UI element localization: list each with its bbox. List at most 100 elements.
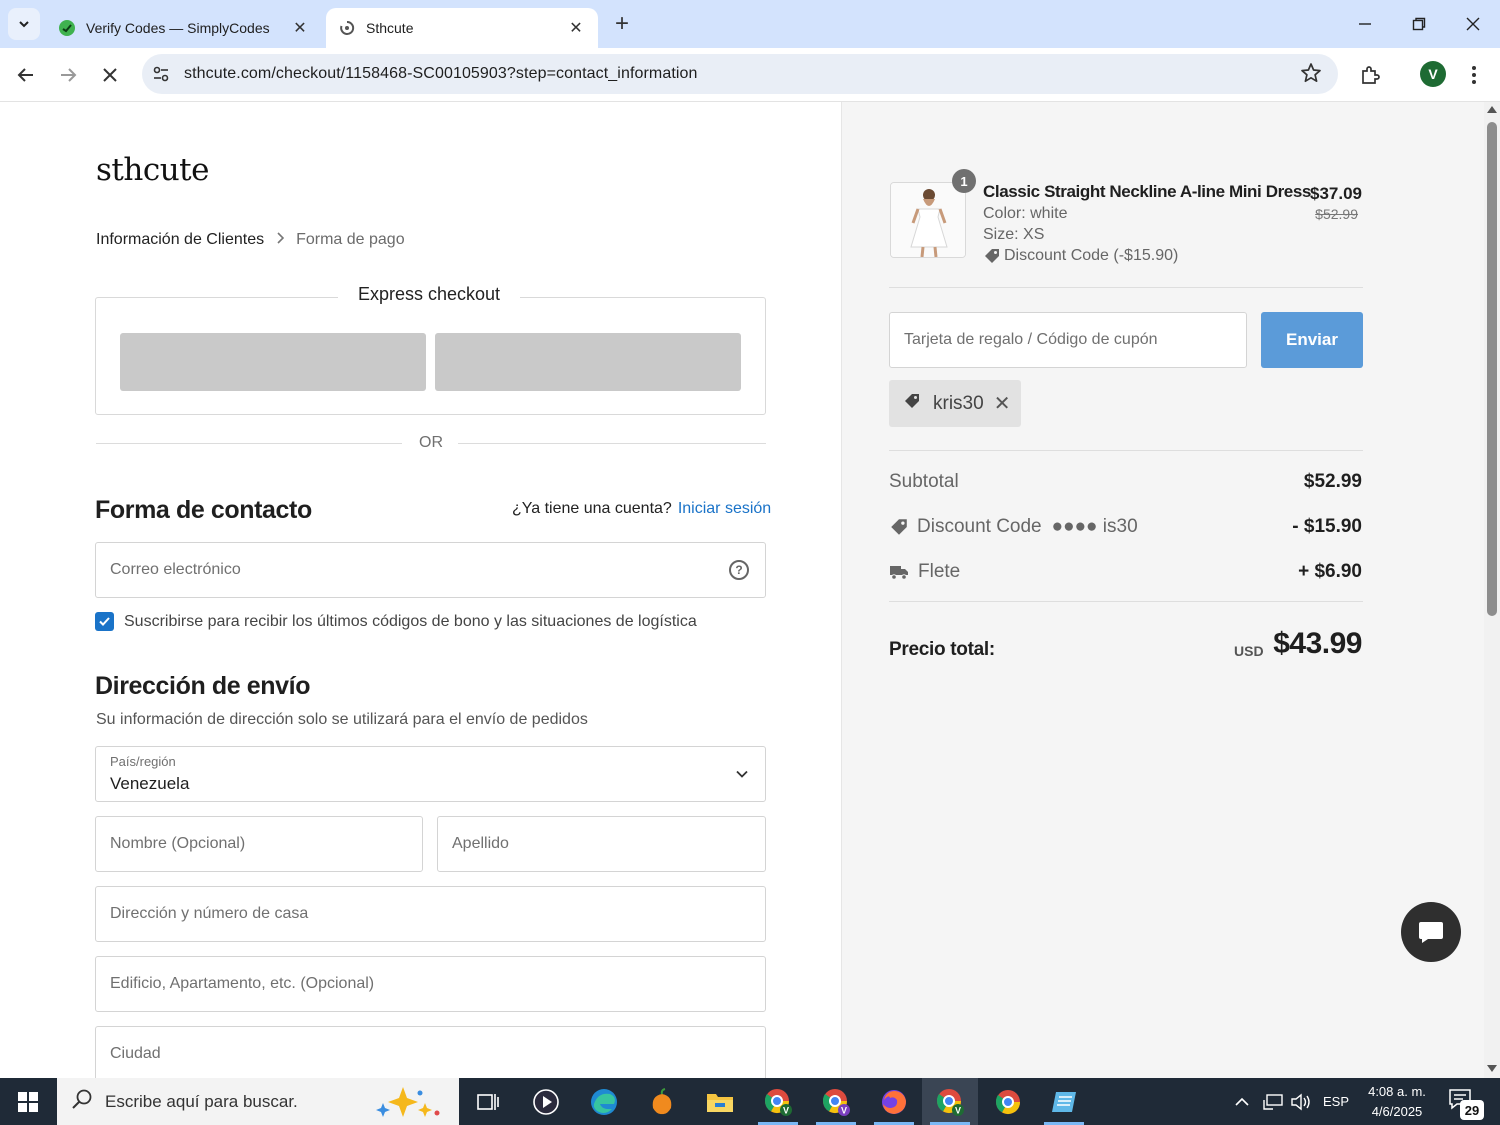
subtotal-label: Subtotal (889, 471, 959, 492)
profile-avatar[interactable]: V (1420, 61, 1446, 87)
site-settings-icon[interactable] (144, 57, 178, 91)
windows-taskbar: Escribe aquí para buscar. V V V ESP 4:08… (0, 1078, 1500, 1125)
svg-text:V: V (841, 1105, 847, 1115)
stop-loading-button[interactable] (93, 58, 127, 92)
login-link[interactable]: Iniciar sesión (678, 500, 771, 517)
start-button[interactable] (0, 1078, 56, 1125)
address2-field[interactable]: Edificio, Apartamento, etc. (Opcional) (95, 956, 766, 1012)
store-logo[interactable]: sthcute (96, 152, 209, 188)
notification-count-badge: 29 (1460, 1100, 1484, 1120)
tab-simplycodes[interactable]: Verify Codes — SimplyCodes ✕ (46, 8, 322, 48)
restore-icon (1412, 17, 1426, 31)
fl-studio-app[interactable] (634, 1078, 690, 1125)
discount-code-masked: ●●●● is30 (1051, 516, 1138, 537)
tab-sthcute[interactable]: Sthcute ✕ (326, 8, 598, 48)
edge-app[interactable] (576, 1078, 632, 1125)
scroll-down-icon[interactable] (1487, 1065, 1497, 1072)
checkmark-icon (99, 617, 110, 626)
product-thumbnail (890, 182, 966, 258)
folder-icon (707, 1093, 733, 1112)
task-view-button[interactable] (460, 1078, 516, 1125)
address-field[interactable]: Dirección y número de casa (95, 886, 766, 942)
play-icon (533, 1088, 559, 1115)
puzzle-icon (1362, 66, 1380, 84)
chat-button[interactable] (1401, 902, 1461, 962)
firefox-app[interactable] (866, 1078, 922, 1125)
browser-menu-button[interactable] (1457, 58, 1491, 92)
coupon-input[interactable]: Tarjeta de regalo / Código de cupón (889, 312, 1247, 368)
notes-app[interactable] (1036, 1078, 1092, 1125)
express-checkout-title: Express checkout (338, 284, 520, 305)
shipping-label: Flete (918, 561, 961, 582)
chrome-app[interactable] (980, 1078, 1036, 1125)
chrome-profile-app-1[interactable]: V (750, 1078, 806, 1125)
show-hidden-icons-button[interactable] (1234, 1078, 1250, 1125)
tag-icon (985, 249, 999, 263)
volume-control[interactable] (1290, 1078, 1312, 1125)
help-icon[interactable]: ? (729, 560, 749, 580)
product-discount-text: Discount Code (-$15.90) (1004, 247, 1179, 264)
restore-button[interactable] (1392, 0, 1446, 48)
first-name-field[interactable]: Nombre (Opcional) (95, 816, 423, 872)
close-tab-icon[interactable]: ✕ (290, 18, 310, 38)
speaker-icon (1291, 1093, 1310, 1110)
chrome-profile-app-3[interactable]: V (922, 1078, 978, 1125)
scroll-up-icon[interactable] (1487, 106, 1497, 113)
minimize-button[interactable] (1338, 0, 1392, 48)
subscribe-checkbox[interactable] (95, 612, 114, 631)
extensions-button[interactable] (1353, 58, 1387, 92)
tab-search-button[interactable] (8, 8, 40, 40)
product-size: Size: XS (983, 226, 1045, 243)
page-scrollbar[interactable] (1484, 102, 1500, 1078)
email-field[interactable]: Correo electrónico ? (95, 542, 766, 598)
taskbar-clock[interactable]: 4:08 a. m. 4/6/2025 (1362, 1082, 1432, 1122)
checkout-form-column: sthcute Información de Clientes Forma de… (0, 102, 841, 1078)
bookmark-star-icon[interactable] (1300, 62, 1322, 89)
subscribe-label[interactable]: Suscribirse para recibir los últimos cód… (124, 613, 697, 631)
forward-button[interactable] (51, 58, 85, 92)
last-name-placeholder: Apellido (452, 835, 509, 852)
chrome-profile-app-2[interactable]: V (808, 1078, 864, 1125)
applied-coupon-chip: kris30 ✕ (889, 380, 1021, 427)
more-vertical-icon (1472, 66, 1476, 84)
tab-title: Sthcute (366, 20, 414, 36)
media-player-app[interactable] (518, 1078, 574, 1125)
chevron-right-icon (276, 231, 285, 249)
taskbar-search-placeholder: Escribe aquí para buscar. (105, 1091, 298, 1111)
apply-coupon-button[interactable]: Enviar (1261, 312, 1363, 368)
shipping-row-label: Flete (889, 561, 960, 583)
express-pay-button-2[interactable] (435, 333, 741, 391)
file-explorer-app[interactable] (692, 1078, 748, 1125)
browser-tab-bar: Verify Codes — SimplyCodes ✕ Sthcute ✕ + (0, 0, 1500, 48)
url-text: sthcute.com/checkout/1158468-SC00105903?… (184, 65, 698, 82)
discount-row-label: Discount Code ●●●● is30 (889, 516, 1138, 538)
taskbar-search[interactable]: Escribe aquí para buscar. (57, 1078, 459, 1125)
new-tab-button[interactable]: + (608, 10, 636, 38)
express-pay-button-1[interactable] (120, 333, 426, 391)
remove-coupon-icon[interactable]: ✕ (994, 391, 1011, 416)
simplycodes-favicon-icon (58, 19, 76, 37)
address-bar[interactable]: sthcute.com/checkout/1158468-SC00105903?… (142, 54, 1338, 94)
last-name-field[interactable]: Apellido (437, 816, 766, 872)
close-tab-icon[interactable]: ✕ (566, 18, 586, 38)
close-window-button[interactable] (1446, 0, 1500, 48)
input-language[interactable]: ESP (1323, 1078, 1349, 1125)
country-value: Venezuela (110, 774, 190, 793)
truck-icon (890, 566, 908, 580)
scrollbar-thumb[interactable] (1487, 122, 1497, 616)
clock-time: 4:08 a. m. (1368, 1084, 1426, 1099)
coupon-placeholder: Tarjeta de regalo / Código de cupón (904, 331, 1158, 348)
breadcrumb: Información de Clientes Forma de pago (96, 231, 405, 249)
total-value: $43.99 (1273, 627, 1362, 660)
product-discount: Discount Code (-$15.90) (983, 247, 1178, 265)
back-button[interactable] (9, 58, 43, 92)
chevron-down-icon (19, 21, 29, 28)
breadcrumb-step-payment: Forma de pago (296, 231, 405, 248)
country-select[interactable]: País/región Venezuela (95, 746, 766, 802)
network-status[interactable] (1262, 1078, 1284, 1125)
account-prompt: ¿Ya tiene una cuenta? Iniciar sesión (512, 500, 771, 518)
city-field[interactable]: Ciudad (95, 1026, 766, 1078)
minimize-icon (1359, 23, 1371, 25)
breadcrumb-step-customer-info[interactable]: Información de Clientes (96, 231, 264, 249)
checkout-page: sthcute Información de Clientes Forma de… (0, 102, 1500, 1078)
